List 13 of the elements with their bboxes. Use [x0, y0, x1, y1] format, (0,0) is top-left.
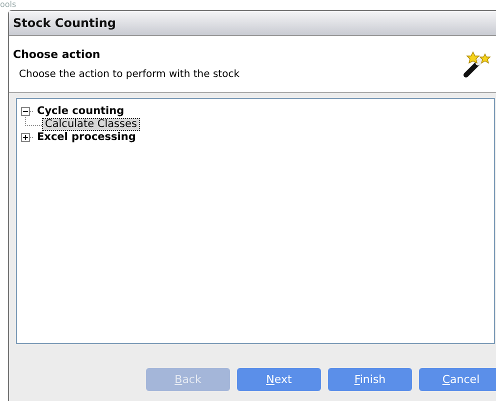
wizard-button[interactable]: Cancel: [419, 368, 496, 391]
tree-item[interactable]: Cycle counting: [34, 105, 128, 118]
wizard-button[interactable]: Finish: [328, 368, 412, 391]
background-text: ools: [0, 0, 16, 9]
tree-item[interactable]: Excel processing: [34, 131, 139, 144]
wizard-button[interactable]: Next: [237, 368, 321, 391]
step-description: Choose the action to perform with the stock: [18, 69, 240, 80]
window-title: Stock Counting: [13, 16, 116, 30]
magic-wand-icon: [461, 50, 491, 78]
step-title: Choose action: [13, 48, 102, 61]
tree-item[interactable]: Calculate Classes: [42, 118, 140, 131]
expander-icon[interactable]: [21, 133, 30, 142]
expander-icon[interactable]: [21, 107, 30, 116]
